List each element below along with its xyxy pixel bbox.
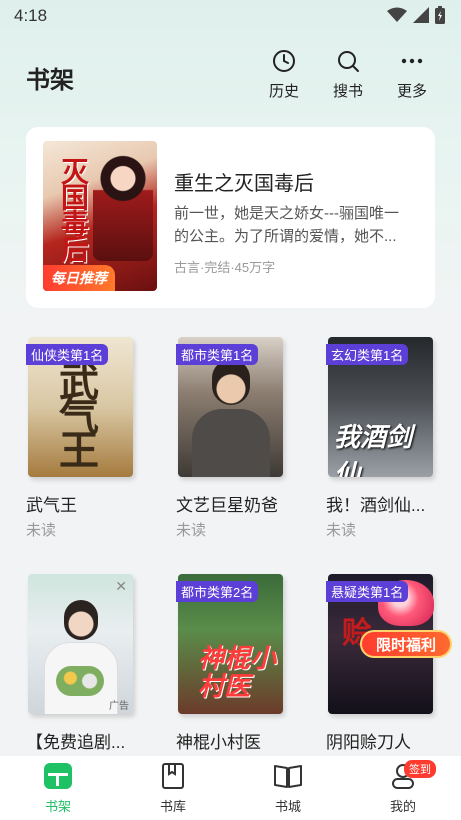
featured-book-card[interactable]: 灭国毒后 每日推荐 重生之灭国毒后 前一世，她是天之娇女---骊国唯一的公主。为… [26,127,435,308]
cover-flowers [56,666,104,696]
search-icon [338,51,359,72]
tab-label: 我的 [389,799,416,814]
book-cover-title: 我酒剑仙 [334,422,413,477]
rank-badge: 玄幻类第1名 [326,344,409,365]
book-item[interactable]: 武气王 仙侠类第1名 武气王 未读 [26,337,141,539]
bookstore-icon [274,765,302,788]
wifi-icon [387,7,407,22]
rank-badge: 都市类第2名 [176,581,259,602]
ad-book-item[interactable]: ✕ 广告 【免费追剧... [26,574,141,754]
sign-in-badge[interactable]: 签到 [404,760,436,778]
book-item[interactable]: 都市类第1名 文艺巨星奶爸 未读 [176,337,291,539]
read-status: 未读 [176,522,207,539]
book-title: 我！酒剑仙... [326,496,426,515]
featured-cover-title: 灭国毒后 [58,157,89,261]
ad-cover: ✕ 广告 [28,574,133,714]
status-bar: 4:18 [0,0,461,34]
bottom-tab-bar: 书架 书库 书城 我的 签到 [0,756,461,820]
tab-bookstore[interactable]: 书城 [253,762,323,815]
rank-badge: 都市类第1名 [176,344,259,365]
status-time: 4:18 [14,6,48,25]
book-title: 阴阳赊刀人 [326,733,411,752]
library-icon [162,763,184,789]
daily-recommend-badge: 每日推荐 [43,265,115,291]
book-title: 文艺巨星奶爸 [176,496,278,515]
more-button[interactable]: 更多 [385,48,439,101]
more-label: 更多 [396,83,427,100]
tab-label: 书架 [44,799,71,814]
read-status: 未读 [26,522,57,539]
cover-portrait [64,600,98,640]
cover-portrait-body [192,409,270,477]
book-title: 【免费追剧... [26,733,126,752]
search-book-label: 搜书 [332,83,363,100]
cover-illustration [93,151,153,261]
more-icon [401,58,423,64]
book-cover-title: 武气王 [53,361,97,463]
book-item[interactable]: 我酒剑仙 玄幻类第1名 我！酒剑仙... 未读 [326,337,441,539]
search-book-button[interactable]: 搜书 [321,48,375,101]
book-item[interactable]: 神棍小村医 都市类第2名 神棍小村医 [176,574,291,754]
cover-portrait [212,359,250,405]
signal-icon [413,7,429,23]
status-icons [387,6,445,24]
promo-label: 限时福利 [360,630,452,658]
close-icon[interactable]: ✕ [115,578,127,595]
history-label: 历史 [268,83,299,100]
featured-book-cover: 灭国毒后 每日推荐 [43,141,157,291]
featured-book-meta: 古言·完结·45万字 [174,260,276,275]
tab-label: 书城 [274,799,301,814]
ad-label: 广告 [109,701,129,712]
featured-book-description: 前一世，她是天之娇女---骊国唯一的公主。为了所谓的爱情，她不... [174,205,399,245]
history-button[interactable]: 历史 [257,48,311,101]
book-title: 神棍小村医 [176,733,261,752]
tab-label: 书库 [159,799,186,814]
page-title: 书架 [26,67,74,94]
rank-badge: 悬疑类第1名 [326,581,409,602]
read-status: 未读 [326,522,357,539]
tab-library[interactable]: 书库 [138,762,208,815]
book-cover-title: 神棍小村医 [198,643,277,701]
clock-icon [273,50,295,72]
tab-profile[interactable]: 我的 签到 [368,760,438,815]
bookshelf-icon [44,763,72,789]
app-header: 书架 历史 搜书 更多 [0,40,461,110]
featured-book-title: 重生之灭国毒后 [174,173,314,195]
rank-badge: 仙侠类第1名 [26,344,109,365]
tab-bookshelf[interactable]: 书架 [23,762,93,815]
book-title: 武气王 [26,496,77,515]
battery-icon [435,6,445,24]
